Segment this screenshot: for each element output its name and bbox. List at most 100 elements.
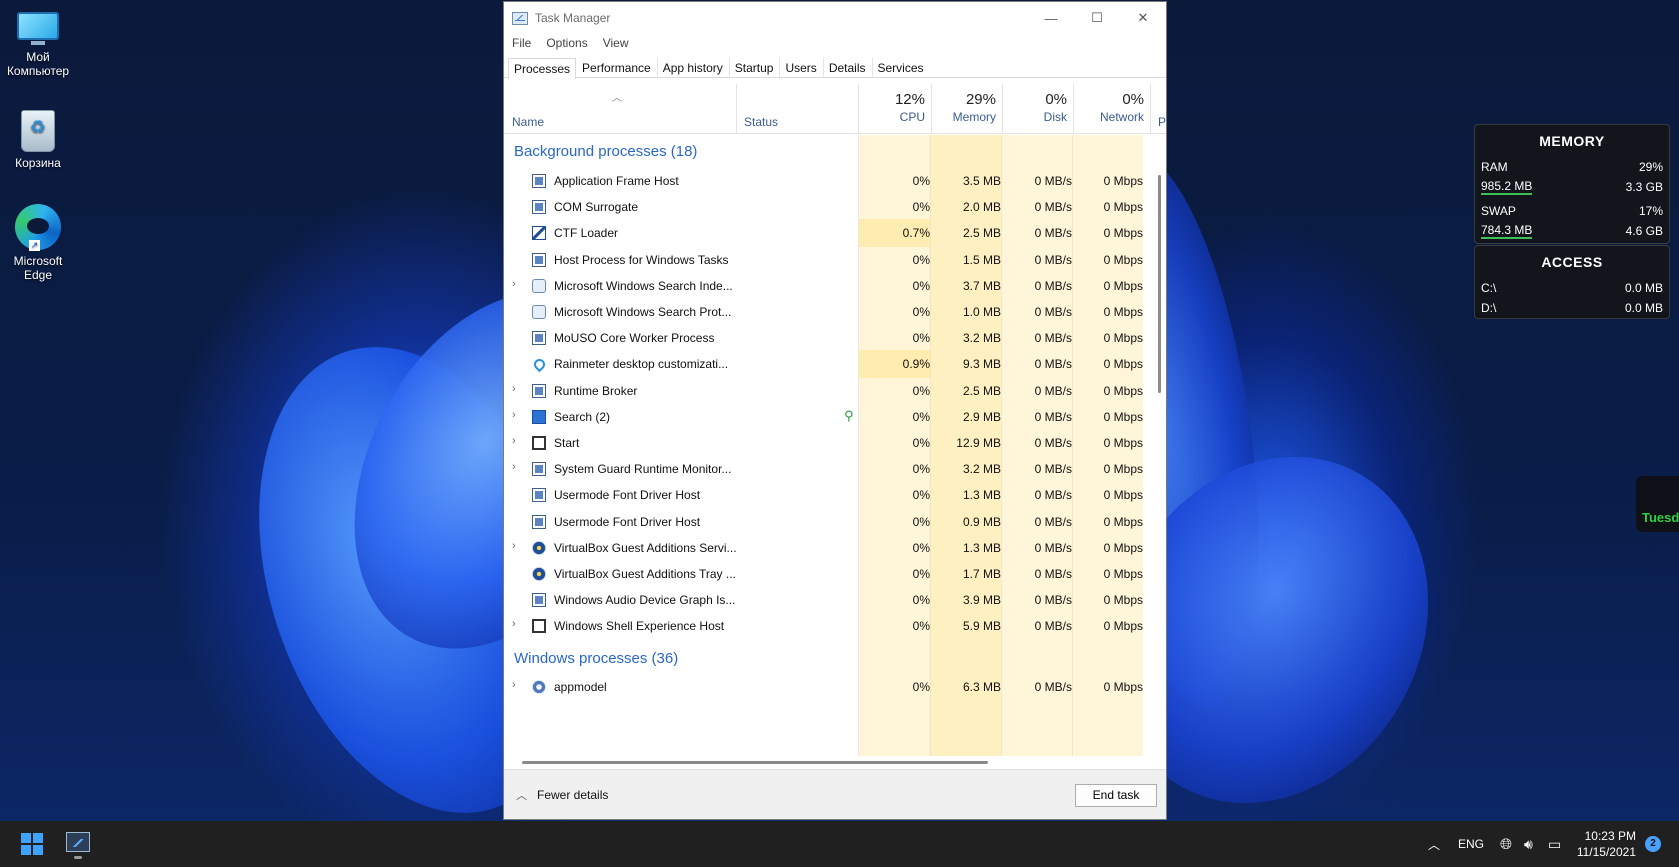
process-network: 0 Mbps <box>1103 593 1143 608</box>
network-globe-icon[interactable]: 🌐︎ <box>1500 821 1512 867</box>
horizontal-scroll-thumb[interactable] <box>522 761 988 764</box>
column-disk[interactable]: 0% Disk <box>1002 84 1073 134</box>
vertical-scrollbar[interactable] <box>1153 135 1166 756</box>
process-disk: 0 MB/s <box>1034 540 1072 555</box>
process-row[interactable]: VirtualBox Guest Additions Tray ... 0% 1.7… <box>504 560 1152 588</box>
menu-view[interactable]: View <box>603 34 636 54</box>
column-memory[interactable]: 29% Memory <box>931 84 1002 134</box>
minimize-button[interactable]: — <box>1028 2 1074 34</box>
chevron-right-icon[interactable]: › <box>512 618 516 630</box>
app-window-icon <box>532 174 546 188</box>
virtualbox-icon <box>532 567 546 581</box>
memory-label: Memory <box>952 110 996 124</box>
start-button[interactable] <box>21 833 43 855</box>
process-row[interactable]: Host Process for Windows Tasks 0% 1.5 MB 0 … <box>504 246 1152 274</box>
tab-app-history[interactable]: App history <box>656 57 729 78</box>
volume-icon[interactable]: 🔊︎ <box>1524 821 1533 867</box>
menu-file[interactable]: File <box>512 34 538 54</box>
process-cpu: 0.9% <box>902 357 930 372</box>
chevron-right-icon[interactable]: › <box>512 679 516 691</box>
process-network: 0 Mbps <box>1103 226 1143 241</box>
process-row[interactable]: MoUSO Core Worker Process 0% 3.2 MB 0 MB/s 0… <box>504 324 1152 352</box>
app-window-icon <box>532 488 546 503</box>
desktop-icon-recycle-bin[interactable]: Корзина <box>0 110 76 170</box>
process-row[interactable]: Application Frame Host 0% 3.5 MB 0 MB/s 0 Mb… <box>504 167 1152 195</box>
day-widget: Tuesd <box>1636 476 1679 532</box>
desktop-icon-label: Компьютер <box>6 64 70 78</box>
process-name: Runtime Broker <box>554 383 638 398</box>
group-windows-processes[interactable]: Windows processes (36) <box>514 650 678 667</box>
process-row[interactable]: › System Guard Runtime Monitor... 0% 3.2 MB… <box>504 455 1152 483</box>
drive-d-row: D:\ 0.0 MB <box>1475 298 1669 318</box>
tab-startup[interactable]: Startup <box>728 57 780 78</box>
chevron-right-icon[interactable]: › <box>512 409 516 421</box>
show-hidden-icons-button[interactable]: ︿ <box>1428 821 1440 867</box>
process-memory: 2.9 MB <box>962 409 1001 424</box>
process-cpu: 0% <box>912 593 930 608</box>
clock[interactable]: 10:23 PM 11/15/2021 <box>1576 828 1636 860</box>
language-indicator[interactable]: ENG <box>1458 821 1484 867</box>
tab-processes[interactable]: Processes <box>508 58 577 79</box>
tab-services[interactable]: Services <box>871 57 930 78</box>
taskbar-task-manager[interactable] <box>63 828 93 860</box>
process-row[interactable]: › Start 0% 12.9 MB 0 MB/s 0 Mbps <box>504 429 1152 457</box>
tab-performance[interactable]: Performance <box>576 57 657 78</box>
horizontal-scrollbar[interactable] <box>504 756 1166 769</box>
desktop-icon-edge[interactable]: ↗ Microsoft Edge <box>0 204 76 282</box>
drive-d-value: 0.0 MB <box>1624 301 1663 315</box>
process-row[interactable]: Windows Audio Device Graph Is... 0% 3.9 MB… <box>504 586 1152 614</box>
notification-badge[interactable]: 2 <box>1645 836 1661 852</box>
process-row[interactable]: › Microsoft Windows Search Inde... 0% 3.7 M… <box>504 272 1152 300</box>
process-memory: 3.5 MB <box>962 174 1001 188</box>
maximize-button[interactable]: ☐ <box>1074 2 1120 34</box>
task-manager-window: Task Manager — ☐ ✕ File Options View Pro… <box>503 1 1167 820</box>
process-memory: 9.3 MB <box>962 357 1001 372</box>
title-bar[interactable]: Task Manager — ☐ ✕ <box>504 2 1166 34</box>
group-background-processes[interactable]: Background processes (18) <box>514 143 697 160</box>
end-task-button[interactable]: End task <box>1075 784 1157 807</box>
gear-icon <box>532 680 546 694</box>
process-row[interactable]: Microsoft Windows Search Prot... 0% 1.0 MB… <box>504 298 1152 326</box>
battery-icon[interactable]: ▭ <box>1548 821 1561 867</box>
desktop-icon-my-computer[interactable]: Мой Компьютер <box>0 12 76 78</box>
taskbar: ︿ ENG 🌐︎ 🔊︎ ▭ 10:23 PM 11/15/2021 2 <box>0 821 1679 867</box>
process-cpu: 0% <box>912 200 930 215</box>
process-row[interactable]: CTF Loader 0.7% 2.5 MB 0 MB/s 0 Mbps <box>504 219 1152 248</box>
column-network[interactable]: 0% Network <box>1073 84 1150 134</box>
process-network: 0 Mbps <box>1103 331 1143 346</box>
vertical-scroll-thumb[interactable] <box>1158 175 1161 393</box>
process-row[interactable]: Usermode Font Driver Host 0% 0.9 MB 0 MB/s 0… <box>504 508 1152 536</box>
column-power[interactable]: Po <box>1158 115 1166 129</box>
chevron-right-icon[interactable]: › <box>512 435 516 447</box>
process-name: Usermode Font Driver Host <box>554 488 701 503</box>
process-disk: 0 MB/s <box>1034 357 1072 372</box>
chevron-right-icon[interactable]: › <box>512 461 516 473</box>
process-row[interactable]: › Windows Shell Experience Host 0% 5.9 MB 0 … <box>504 612 1152 640</box>
process-row[interactable]: Rainmeter desktop customizati... 0.9% 9.3 … <box>504 350 1152 379</box>
app-window-icon <box>532 514 546 529</box>
chevron-right-icon[interactable]: › <box>512 383 516 395</box>
process-name: Host Process for Windows Tasks <box>554 252 729 267</box>
process-row[interactable]: › Runtime Broker 0% 2.5 MB 0 MB/s 0 Mbps <box>504 377 1152 405</box>
menu-options[interactable]: Options <box>546 34 594 54</box>
desktop-icon-label: Мой <box>26 50 50 64</box>
tab-users[interactable]: Users <box>779 57 822 78</box>
process-disk: 0 MB/s <box>1034 436 1072 450</box>
sort-caret-icon: ︿ <box>612 93 622 104</box>
close-button[interactable]: ✕ <box>1120 2 1166 34</box>
process-row[interactable]: › VirtualBox Guest Additions Servi... 0% 1.… <box>504 534 1152 562</box>
chevron-right-icon[interactable]: › <box>512 540 516 552</box>
process-row[interactable]: Usermode Font Driver Host 0% 1.3 MB 0 MB/s 0… <box>504 481 1152 509</box>
process-row[interactable]: › appmodel 0% 6.3 MB 0 MB/s 0 Mbps <box>504 673 1152 701</box>
column-name[interactable]: Name <box>512 115 544 129</box>
tab-details[interactable]: Details <box>822 57 872 78</box>
column-cpu[interactable]: 12% CPU <box>858 84 931 134</box>
fewer-details-button[interactable]: ︿ Fewer details <box>516 787 608 803</box>
process-disk: 0 MB/s <box>1034 680 1072 694</box>
process-name: Windows Shell Experience Host <box>554 619 725 634</box>
process-row[interactable]: COM Surrogate 0% 2.0 MB 0 MB/s 0 Mbps <box>504 193 1152 221</box>
chevron-right-icon[interactable]: › <box>512 278 516 290</box>
drive-c-value: 0.0 MB <box>1624 281 1663 295</box>
column-status[interactable]: Status <box>744 115 778 129</box>
process-row[interactable]: › Search (2) ⚲ 0% 2.9 MB 0 MB/s 0 Mbps <box>504 403 1152 431</box>
